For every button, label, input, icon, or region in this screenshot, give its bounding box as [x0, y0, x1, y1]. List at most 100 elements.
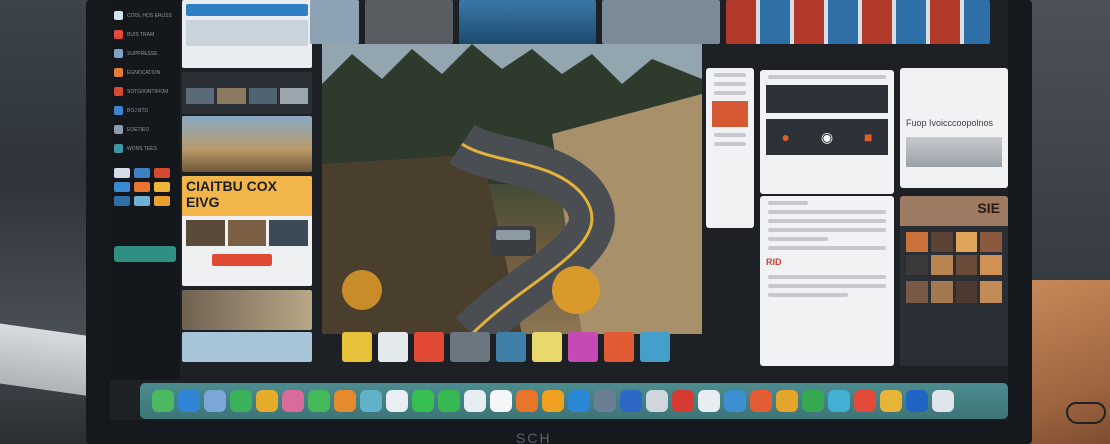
photoshop-icon[interactable] — [724, 390, 746, 412]
left-nav-item[interactable]: EOETIEO — [114, 120, 176, 139]
left-nav-label: EOETIEO — [127, 126, 150, 133]
preview-icon[interactable] — [646, 390, 668, 412]
panel-article-right[interactable]: Fuop Ivoicccoopolnos — [900, 68, 1008, 188]
eyeglasses — [1066, 402, 1106, 424]
left-nav-label: WONS TEES — [127, 145, 157, 152]
laptop-brand-mark: SCH — [516, 430, 552, 444]
central-photo-winding-road[interactable] — [322, 44, 702, 334]
maps-icon[interactable] — [750, 390, 772, 412]
photos-icon[interactable] — [334, 390, 356, 412]
nav-app-icon — [114, 30, 123, 39]
mail2-icon[interactable] — [854, 390, 876, 412]
left-nav-item[interactable]: COOL HOS ERUSS — [114, 6, 176, 25]
grid-app-icon[interactable] — [134, 196, 150, 206]
left-nav-label: SUPPRESSE — [127, 50, 158, 57]
left-nav-item[interactable]: SOTGIIONTIFIOM — [114, 82, 176, 101]
word-icon[interactable] — [620, 390, 642, 412]
tile-photo-bottom[interactable] — [182, 290, 312, 330]
tile-landscape[interactable] — [182, 116, 312, 172]
panel-settings-narrow[interactable] — [706, 68, 754, 228]
nav-app-icon — [114, 106, 123, 115]
laptop-screen: COOL HOS ERUSS BUIS TRAM SUPPRESSE EGNOCATI… — [110, 0, 1008, 420]
grid-app-icon[interactable] — [154, 168, 170, 178]
mid-icon-row — [342, 330, 762, 364]
launchpad-icon[interactable] — [698, 390, 720, 412]
sheets-icon[interactable] — [802, 390, 824, 412]
article-title: Fuop Ivoicccoopolnos — [906, 118, 994, 128]
tile-yellow-card[interactable]: CIAITBU COX EIVG — [182, 176, 312, 286]
nav-app-icon — [114, 11, 123, 20]
left-nav-label: SOTGIIONTIFIOM — [127, 88, 169, 95]
laptop: COOL HOS ERUSS BUIS TRAM SUPPRESSE EGNOCATI… — [86, 0, 1032, 444]
room-background-left — [0, 0, 92, 444]
left-nav-label: BUIS TRAM — [127, 31, 155, 38]
nav-app-icon — [114, 49, 123, 58]
top-thumb-4[interactable] — [602, 0, 720, 44]
tile-white-top[interactable] — [182, 0, 312, 68]
chrome-icon[interactable] — [256, 390, 278, 412]
panel-app-list[interactable]: ● ◉ ■ — [760, 70, 894, 194]
keynote-icon[interactable] — [880, 390, 902, 412]
form-red-label: RID — [766, 257, 782, 267]
notes-icon[interactable] — [360, 390, 382, 412]
chat-icon[interactable] — [828, 390, 850, 412]
top-thumb-5[interactable] — [725, 0, 991, 44]
vlc-icon[interactable] — [542, 390, 564, 412]
yellow-card-title: CIAITBU COX EIVG — [186, 178, 277, 210]
desk-shelf — [0, 323, 92, 397]
road-scene-graphic — [322, 44, 702, 334]
music-icon[interactable] — [282, 390, 304, 412]
grid-app-icon[interactable] — [154, 196, 170, 206]
left-app-grid — [114, 168, 176, 206]
grid-app-icon[interactable] — [114, 182, 130, 192]
firefox-icon[interactable] — [516, 390, 538, 412]
acrobat-icon[interactable] — [672, 390, 694, 412]
tile-blue-bottom[interactable] — [182, 332, 312, 362]
gallery-title: SIE — [977, 200, 1000, 216]
top-thumbnail-strip — [310, 0, 991, 44]
thumbnail-column: CIAITBU COX EIVG — [182, 0, 312, 362]
wordpress-icon: ◉ — [820, 128, 834, 145]
settings-icon[interactable] — [594, 390, 616, 412]
safari-icon[interactable] — [178, 390, 200, 412]
docs-icon[interactable] — [464, 390, 486, 412]
panel-gallery-right[interactable]: SIE — [900, 196, 1008, 366]
top-thumb-2[interactable] — [364, 0, 454, 44]
facetime-icon[interactable] — [308, 390, 330, 412]
nav-app-icon — [114, 68, 123, 77]
left-app-column: COOL HOS ERUSS BUIS TRAM SUPPRESSE EGNOCATI… — [110, 0, 180, 380]
left-nav-item[interactable]: SUPPRESSE — [114, 44, 176, 63]
numbers-icon[interactable] — [906, 390, 928, 412]
calendar-icon[interactable] — [386, 390, 408, 412]
files-icon[interactable] — [490, 390, 512, 412]
finder-icon[interactable] — [204, 390, 226, 412]
panel-form[interactable]: RID — [760, 196, 894, 366]
tile-dark-strip[interactable] — [182, 72, 312, 114]
top-thumb-1[interactable] — [310, 0, 359, 44]
whatsapp-icon[interactable] — [412, 390, 434, 412]
left-nav-item[interactable]: EGNOCATION — [114, 63, 176, 82]
skype-icon[interactable] — [568, 390, 590, 412]
dock — [140, 383, 1008, 419]
grid-app-icon[interactable] — [134, 182, 150, 192]
messages-icon[interactable] — [152, 390, 174, 412]
left-nav-label: COOL HOS ERUSS — [127, 12, 172, 19]
spotify-icon[interactable] — [438, 390, 460, 412]
slides-icon[interactable] — [776, 390, 798, 412]
car-icon: ■ — [864, 129, 873, 145]
left-nav-item[interactable]: BOJ BTO — [114, 101, 176, 120]
top-thumb-3[interactable] — [459, 0, 597, 44]
mail-icon[interactable] — [230, 390, 252, 412]
left-teal-button[interactable] — [114, 246, 176, 262]
cup-icon: ● — [781, 129, 790, 145]
left-nav-label: BOJ BTO — [127, 107, 149, 114]
trash-icon[interactable] — [932, 390, 954, 412]
left-nav-label: EGNOCATION — [127, 69, 161, 76]
nav-app-icon — [114, 125, 123, 134]
grid-app-icon[interactable] — [134, 168, 150, 178]
left-nav-item[interactable]: BUIS TRAM — [114, 25, 176, 44]
grid-app-icon[interactable] — [114, 168, 130, 178]
grid-app-icon[interactable] — [154, 182, 170, 192]
left-nav-item[interactable]: WONS TEES — [114, 139, 176, 158]
grid-app-icon[interactable] — [114, 196, 130, 206]
